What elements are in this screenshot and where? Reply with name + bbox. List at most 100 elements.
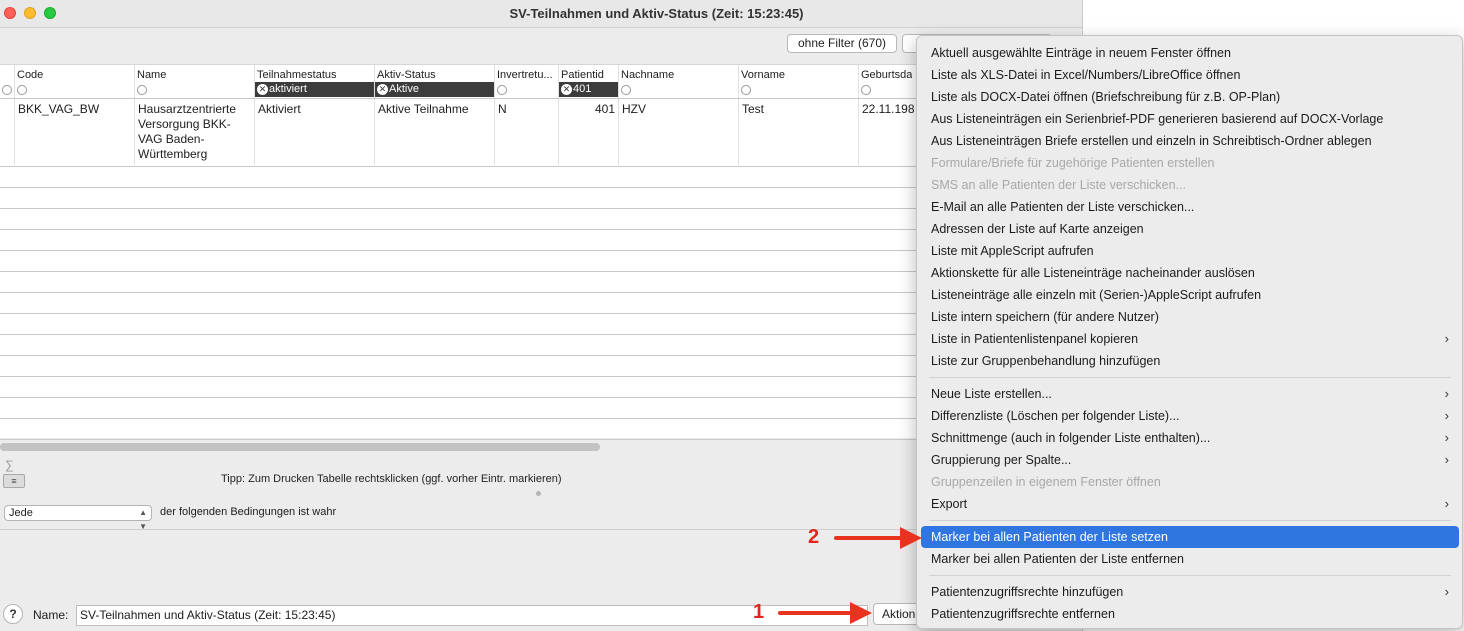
menu-separator — [929, 520, 1451, 521]
condition-select-value: Jede — [9, 507, 33, 519]
menu-item-label: Liste intern speichern (für andere Nutze… — [931, 310, 1159, 324]
clear-filter-icon[interactable]: ✕ — [377, 84, 388, 95]
filter-button[interactable]: ohne Filter (670) — [787, 34, 897, 53]
menu-item-label: Gruppenzeilen in eigenem Fenster öffnen — [931, 475, 1161, 489]
column-header-patientid[interactable]: Patientid ✕ 401 — [559, 65, 619, 99]
condition-text: der folgenden Bedingungen ist wahr — [160, 506, 337, 518]
column-header-nachname[interactable]: Nachname — [619, 65, 739, 99]
column-header-label: Nachname — [621, 69, 675, 81]
name-label: Name: — [33, 608, 69, 622]
menu-item-6: Formulare/Briefe für zugehörige Patiente… — [921, 152, 1459, 174]
menu-item-17[interactable]: Differenzliste (Löschen per folgender Li… — [921, 405, 1459, 427]
menu-item-3[interactable]: Liste als DOCX-Datei öffnen (Briefschrei… — [921, 86, 1459, 108]
column-header-marker[interactable] — [0, 65, 15, 99]
menu-item-19[interactable]: Gruppierung per Spalte... › — [921, 449, 1459, 471]
column-filter-radio[interactable] — [621, 85, 631, 95]
submenu-chevron-icon: › — [1444, 331, 1449, 346]
annotation-number-1: 1 — [753, 601, 765, 623]
menu-item-9[interactable]: Adressen der Liste auf Karte anzeigen — [921, 218, 1459, 240]
column-header-label: Aktiv-Status — [377, 69, 436, 81]
menu-item-23[interactable]: Marker bei allen Patienten der Liste ent… — [921, 548, 1459, 570]
column-filter-radio[interactable] — [2, 85, 12, 95]
menu-item-label: Neue Liste erstellen... — [931, 387, 1052, 401]
menu-item-label: Gruppierung per Spalte... — [931, 453, 1072, 467]
table-cell: BKK_VAG_BW — [15, 99, 135, 167]
menu-item-label: Marker bei allen Patienten der Liste ent… — [931, 552, 1184, 566]
menu-item-label: Adressen der Liste auf Karte anzeigen — [931, 222, 1144, 236]
split-handle[interactable] — [536, 491, 541, 496]
column-header-invertretu-[interactable]: Invertretu... — [495, 65, 559, 99]
column-filter-radio[interactable] — [741, 85, 751, 95]
menu-item-label: Differenzliste (Löschen per folgender Li… — [931, 409, 1180, 423]
menu-item-2[interactable]: Liste als XLS-Datei in Excel/Numbers/Lib… — [921, 64, 1459, 86]
help-button[interactable]: ? — [3, 604, 23, 624]
menu-item-label: Aus Listeneinträgen Briefe erstellen und… — [931, 134, 1372, 148]
table-cell: HZV — [619, 99, 739, 167]
table-cell: 401 — [559, 99, 619, 167]
menu-item-1[interactable]: Aktuell ausgewählte Einträge in neuem Fe… — [921, 42, 1459, 64]
submenu-chevron-icon: › — [1444, 430, 1449, 445]
clear-filter-icon[interactable]: ✕ — [561, 84, 572, 95]
menu-item-20: Gruppenzeilen in eigenem Fenster öffnen — [921, 471, 1459, 493]
column-filter-radio[interactable] — [137, 85, 147, 95]
window-title: SV-Teilnahmen und Aktiv-Status (Zeit: 15… — [509, 6, 804, 21]
column-filter-tag[interactable]: ✕ aktiviert — [255, 82, 374, 97]
menu-item-label: SMS an alle Patienten der Liste verschic… — [931, 178, 1186, 192]
table-cell: N — [495, 99, 559, 167]
menu-item-label: E-Mail an alle Patienten der Liste versc… — [931, 200, 1195, 214]
annotation-number-2: 2 — [808, 526, 820, 548]
submenu-chevron-icon: › — [1444, 386, 1449, 401]
menu-item-24[interactable]: Patientenzugriffsrechte hinzufügen › — [921, 581, 1459, 603]
column-header-code[interactable]: Code — [15, 65, 135, 99]
menu-item-7: SMS an alle Patienten der Liste verschic… — [921, 174, 1459, 196]
column-filter-value: 401 — [573, 83, 592, 95]
condition-select[interactable]: Jede ▲ ▼ — [4, 505, 152, 531]
menu-item-25[interactable]: Patientenzugriffsrechte entfernen — [921, 603, 1459, 625]
title-bar: SV-Teilnahmen und Aktiv-Status (Zeit: 15… — [0, 0, 1082, 28]
column-header-label: Teilnahmestatus — [257, 69, 337, 81]
column-header-name[interactable]: Name — [135, 65, 255, 99]
column-filter-radio[interactable] — [497, 85, 507, 95]
column-filter-tag[interactable]: ✕ 401 — [559, 82, 618, 97]
menu-item-18[interactable]: Schnittmenge (auch in folgender Liste en… — [921, 427, 1459, 449]
menu-item-label: Liste zur Gruppenbehandlung hinzufügen — [931, 354, 1161, 368]
horizontal-scrollbar[interactable] — [0, 443, 600, 451]
menu-item-14[interactable]: Liste in Patientenlistenpanel kopieren › — [921, 328, 1459, 350]
menu-item-label: Formulare/Briefe für zugehörige Patiente… — [931, 156, 1215, 170]
menu-item-12[interactable]: Listeneinträge alle einzeln mit (Serien-… — [921, 284, 1459, 306]
column-filter-radio[interactable] — [17, 85, 27, 95]
clear-filter-icon[interactable]: ✕ — [257, 84, 268, 95]
table-cell: Aktiviert — [255, 99, 375, 167]
menu-item-13[interactable]: Liste intern speichern (für andere Nutze… — [921, 306, 1459, 328]
table-cell: Hausarztzentrierte Versorgung BKK-VAG Ba… — [135, 99, 255, 167]
menu-item-4[interactable]: Aus Listeneinträgen ein Serienbrief-PDF … — [921, 108, 1459, 130]
name-input[interactable]: SV-Teilnahmen und Aktiv-Status (Zeit: 15… — [76, 605, 868, 626]
menu-item-5[interactable]: Aus Listeneinträgen Briefe erstellen und… — [921, 130, 1459, 152]
menu-item-22[interactable]: Marker bei allen Patienten der Liste set… — [921, 526, 1459, 548]
sum-icon[interactable]: ∑ — [5, 458, 14, 472]
menu-item-label: Liste in Patientenlistenpanel kopieren — [931, 332, 1139, 346]
menu-item-10[interactable]: Liste mit AppleScript aufrufen — [921, 240, 1459, 262]
column-header-label: Patientid — [561, 69, 604, 81]
menu-item-8[interactable]: E-Mail an alle Patienten der Liste versc… — [921, 196, 1459, 218]
submenu-chevron-icon: › — [1444, 452, 1449, 467]
menu-item-label: Liste mit AppleScript aufrufen — [931, 244, 1094, 258]
column-filter-radio[interactable] — [861, 85, 871, 95]
column-header-teilnahmestatus[interactable]: Teilnahmestatus ✕ aktiviert — [255, 65, 375, 99]
annotation-arrow-2-shaft — [834, 536, 904, 540]
menu-item-label: Schnittmenge (auch in folgender Liste en… — [931, 431, 1211, 445]
menu-item-21[interactable]: Export › — [921, 493, 1459, 515]
column-filter-tag[interactable]: ✕ Aktive — [375, 82, 494, 97]
menu-item-label: Aus Listeneinträgen ein Serienbrief-PDF … — [931, 112, 1384, 126]
table-cell: Aktive Teilnahme — [375, 99, 495, 167]
column-filter-value: aktiviert — [269, 83, 307, 95]
menu-item-11[interactable]: Aktionskette für alle Listeneinträge nac… — [921, 262, 1459, 284]
column-header-aktiv-status[interactable]: Aktiv-Status ✕ Aktive — [375, 65, 495, 99]
menu-item-label: Aktuell ausgewählte Einträge in neuem Fe… — [931, 46, 1231, 60]
menu-item-15[interactable]: Liste zur Gruppenbehandlung hinzufügen — [921, 350, 1459, 372]
list-view-icon[interactable]: ≡ — [3, 474, 25, 488]
column-header-vorname[interactable]: Vorname — [739, 65, 859, 99]
column-header-label: Vorname — [741, 69, 786, 81]
menu-separator — [929, 575, 1451, 576]
menu-item-16[interactable]: Neue Liste erstellen... › — [921, 383, 1459, 405]
